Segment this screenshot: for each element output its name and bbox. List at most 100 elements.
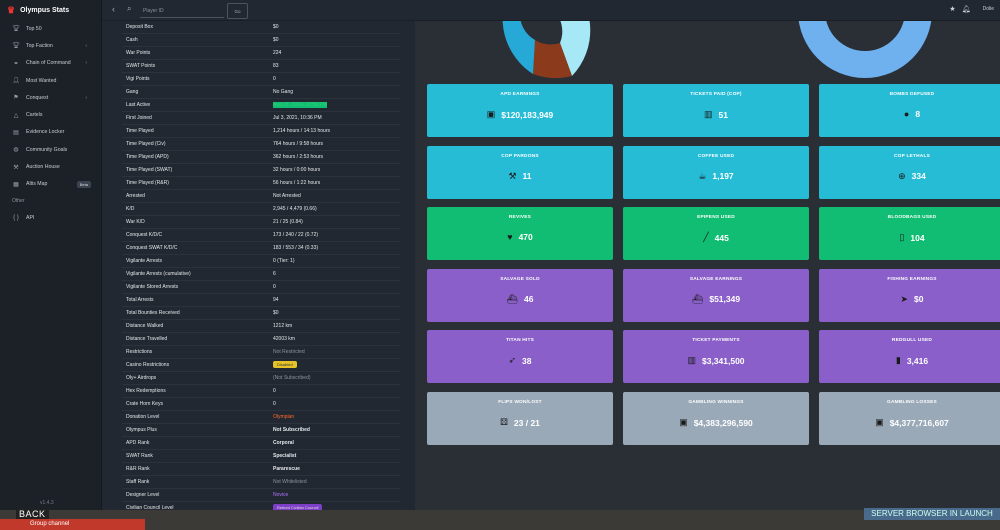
sidebar-item-altis-map[interactable]: ▦ Altis Map Beta bbox=[0, 176, 101, 193]
sidebar-item-label: Top 50 bbox=[26, 25, 42, 32]
stat-card-apd-earnings: APD EARNINGS ▣ $120,183,949 bbox=[427, 84, 613, 137]
stat-label: Casino Restrictions bbox=[126, 362, 170, 368]
stat-row: K/D 2,945 / 4,479 (0.66) bbox=[122, 203, 401, 216]
stat-value-text: 0 bbox=[273, 76, 276, 82]
sidebar-item-cartels[interactable]: △ Cartels bbox=[0, 106, 101, 123]
stat-card-flips-won-lost: FLIPS WON/LOST ⚄ 23 / 21 bbox=[427, 392, 613, 445]
stat-card-fishing-earnings: FISHING EARNINGS ➤ $0 bbox=[819, 268, 1000, 322]
back-button[interactable]: BACK bbox=[16, 509, 49, 519]
sidebar-item-auction-house[interactable]: ⚒ Auction House bbox=[0, 158, 101, 175]
stat-value: Disabled bbox=[273, 361, 297, 368]
star-icon[interactable]: ★ bbox=[949, 5, 955, 13]
card-value: 3,416 bbox=[906, 355, 929, 366]
sidebar-item-top-faction[interactable]: 🏆︎ Top Faction ‹ bbox=[0, 37, 101, 54]
stat-value-text: 21 / 25 (0.84) bbox=[273, 219, 303, 225]
ship-icon: ⛴︎ bbox=[506, 293, 518, 304]
stat-label: Vigilante Arrests bbox=[126, 258, 163, 264]
stat-value: 0 bbox=[273, 388, 276, 394]
stat-label: Conquest K/D/C bbox=[126, 232, 163, 238]
stat-value-text: Aug 21, 2024, 10:56 PM bbox=[273, 102, 327, 108]
card-value: 334 bbox=[911, 171, 926, 182]
fish-icon: ➤ bbox=[900, 293, 909, 304]
stat-row: Time Played 1,214 hours / 14:13 hours bbox=[122, 125, 401, 138]
stat-value: Pararescue bbox=[273, 466, 300, 472]
syringe-icon: ╱ bbox=[703, 232, 709, 243]
card-value-row: ╱ 445 bbox=[703, 232, 729, 243]
player-id-search-input[interactable] bbox=[140, 4, 224, 18]
stat-row: War K/D 21 / 25 (0.84) bbox=[122, 216, 401, 229]
stat-value-text: 362 hours / 2:53 hours bbox=[273, 154, 324, 160]
chevron-left-icon[interactable]: ‹ bbox=[85, 95, 87, 101]
sidebar-item-chain-of-command[interactable]: ⚭ Chain of Command ‹ bbox=[0, 55, 101, 72]
sidebar-item-top-50[interactable]: 🏆︎ Top 50 bbox=[0, 20, 101, 37]
stat-value: 94 bbox=[273, 297, 279, 303]
stat-label: Distance Travelled bbox=[126, 336, 168, 342]
stat-value: 1,214 hours / 14:13 hours bbox=[273, 128, 330, 134]
chevron-left-icon[interactable]: ‹ bbox=[85, 60, 87, 66]
money-icon: ▣ bbox=[486, 109, 496, 119]
stat-row: Distance Walked 1212 km bbox=[122, 320, 401, 333]
stat-row: Restrictions Not Restricted bbox=[122, 346, 401, 359]
gavel-icon: ⚒ bbox=[13, 164, 19, 171]
stat-value: Not Restricted bbox=[273, 349, 305, 355]
sidebar: ♛ Olympus Stats 🏆︎ Top 50 🏆︎ Top Faction ‹ ⚭ C… bbox=[0, 0, 102, 510]
stat-value-text: Not Restricted bbox=[273, 349, 305, 355]
stat-value: Not Whitelisted bbox=[273, 479, 307, 485]
money-icon: ▣ bbox=[875, 417, 884, 427]
sidebar-item-conquest[interactable]: ⚑ Conquest ‹ bbox=[0, 89, 101, 106]
card-value: 104 bbox=[910, 232, 925, 243]
stat-value-text: $0 bbox=[273, 37, 279, 43]
stat-value-text: 2,945 / 4,479 (0.66) bbox=[273, 206, 317, 212]
stat-label: Gang bbox=[126, 89, 139, 95]
stat-value: 42003 km bbox=[273, 336, 295, 342]
user-name[interactable]: Dolie bbox=[983, 6, 994, 12]
bell-icon[interactable]: 🔔︎ bbox=[962, 5, 971, 13]
card-value: $4,377,716,607 bbox=[889, 417, 949, 428]
chevron-left-icon[interactable]: ‹ bbox=[85, 43, 87, 49]
stat-card-gambling-winnings: GAMBLING WINNINGS ▣ $4,383,296,590 bbox=[623, 392, 809, 445]
stat-label: Time Played (Civ) bbox=[126, 141, 166, 147]
stat-value: 224 bbox=[273, 50, 281, 56]
stat-label: Vigilante Stored Arrests bbox=[126, 284, 179, 290]
rocket-icon: ➶ bbox=[508, 355, 517, 366]
stat-value: (Not Subscribed) bbox=[273, 375, 311, 381]
card-value-row: ▣ $4,377,716,607 bbox=[875, 417, 949, 428]
sidebar-item-api[interactable]: { } API bbox=[0, 209, 101, 226]
card-title: SALVAGE SOLD bbox=[500, 276, 540, 282]
stat-value-text: 6 bbox=[273, 271, 276, 277]
collapse-chevron-left-icon[interactable]: ‹ bbox=[112, 4, 115, 14]
stat-row: Deposit Box $0 bbox=[122, 21, 401, 34]
sidebar-item-label: Most Wanted bbox=[26, 77, 57, 84]
stat-card-epipens-used: EPIPENS USED ╱ 445 bbox=[623, 207, 809, 261]
stat-value-text: 0 bbox=[273, 401, 276, 407]
stat-value: 6 bbox=[273, 271, 276, 277]
stat-row: Distance Travelled 42003 km bbox=[122, 333, 401, 346]
card-title: FLIPS WON/LOST bbox=[498, 400, 542, 405]
coffee-icon: ☕︎ bbox=[698, 170, 707, 181]
stat-row: Time Played (SWAT) 32 hours / 0:00 hours bbox=[122, 164, 401, 177]
card-title: COP LETHALS bbox=[894, 153, 930, 159]
game-bottom-bar bbox=[0, 510, 1000, 530]
card-value-row: ▮ 3,416 bbox=[896, 355, 928, 366]
sidebar-item-evidence-locker[interactable]: ▤ Evidence Locker bbox=[0, 124, 101, 141]
card-title: EPIPENS USED bbox=[697, 215, 735, 221]
stat-value-text: Specialist bbox=[273, 453, 297, 459]
sidebar-item-most-wanted[interactable]: 👤︎ Most Wanted bbox=[0, 72, 101, 89]
stat-card-coffee-used: COFFEE USED ☕︎ 1,197 bbox=[623, 145, 809, 199]
stat-label: Deposit Box bbox=[126, 24, 153, 30]
stat-value-text: 42003 km bbox=[273, 336, 295, 342]
stat-card-cop-pardons: COP PARDONS ⚒ 11 bbox=[427, 145, 613, 199]
flag-icon: ⚑ bbox=[13, 95, 19, 102]
stat-row: Conquest K/D/C 173 / 240 / 22 (0.72) bbox=[122, 229, 401, 242]
card-value: 11 bbox=[522, 171, 532, 182]
stat-row: Vigi Points 0 bbox=[122, 73, 401, 86]
sidebar-item-community-goals[interactable]: ◍ Community Goals bbox=[0, 141, 101, 158]
app-brand[interactable]: ♛ Olympus Stats bbox=[0, 0, 101, 20]
go-button[interactable]: Go bbox=[227, 3, 248, 19]
stat-value-text: Jul 3, 2021, 10:36 PM bbox=[273, 115, 322, 121]
stat-row: Crate Horn Keys 0 bbox=[122, 398, 401, 411]
stat-label: Total Arrests bbox=[126, 297, 154, 303]
stat-value-text: Novice bbox=[273, 492, 289, 498]
card-value-row: ➤ $0 bbox=[900, 294, 923, 305]
server-browser-banner[interactable]: SERVER BROWSER IN LAUNCH bbox=[864, 508, 1000, 520]
